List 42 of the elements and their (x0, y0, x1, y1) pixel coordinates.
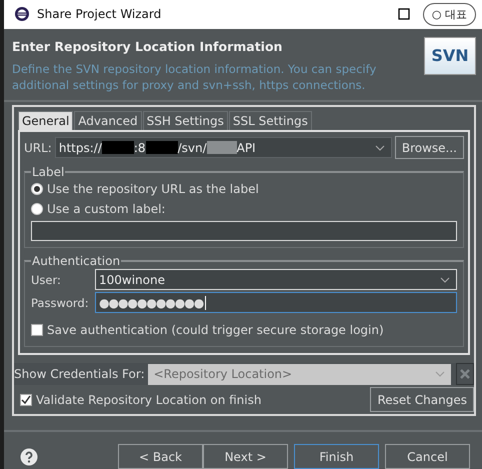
eclipse-icon (14, 6, 30, 22)
help-icon[interactable] (20, 448, 38, 466)
page-description: Define the SVN repository location information. You can specify additional settings for proxy and svn+ssh, https connections. (12, 60, 378, 93)
password-label: Password: (31, 296, 90, 310)
wizard-button[interactable]: Finish (294, 444, 379, 469)
user-field[interactable]: 100winone (95, 269, 457, 290)
tab[interactable]: SSH Settings (142, 111, 228, 130)
group-title: Label (31, 165, 66, 179)
radio-label: Use a custom label: (47, 202, 166, 216)
wizard-button[interactable]: Cancel (385, 444, 470, 469)
group-title: Authentication (31, 254, 122, 268)
credentials-label: Show Credentials For: (14, 367, 145, 381)
tab[interactable]: General (18, 111, 74, 130)
reset-changes-button[interactable]: Reset Changes (370, 387, 474, 412)
checkbox[interactable] (20, 394, 32, 406)
url-field[interactable]: https:// :8 /svn/ API (54, 137, 392, 158)
custom-label-field[interactable] (31, 221, 457, 241)
caret-icon[interactable] (440, 277, 450, 283)
checkbox[interactable] (31, 324, 43, 336)
radio-button[interactable] (31, 183, 43, 195)
maximize-icon[interactable] (398, 8, 410, 20)
badge-button[interactable]: ○ 대표 (422, 2, 476, 26)
radio-label: Use the repository URL as the label (47, 182, 259, 196)
tab[interactable]: SSL Settings (228, 111, 312, 130)
svn-logo: SVN (424, 36, 476, 75)
redaction-bar (102, 141, 134, 154)
url-label: URL: (24, 140, 52, 154)
checkbox-label: Validate Repository Location on finish (36, 392, 262, 406)
caret-icon[interactable] (374, 145, 385, 151)
redaction-bar (206, 141, 237, 154)
browse-button[interactable]: Browse... (394, 136, 464, 159)
radio-button[interactable] (31, 203, 43, 215)
delete-icon[interactable] (456, 363, 474, 385)
tab[interactable]: Advanced (74, 111, 142, 130)
redaction-bar (146, 141, 178, 154)
wizard-button[interactable]: Next > (203, 444, 288, 469)
window-title: Share Project Wizard (37, 7, 162, 22)
password-field[interactable]: ●●●●●●●●●●● (95, 292, 457, 313)
page-title: Enter Repository Location Information (12, 38, 284, 54)
checkbox-label: Save authentication (could trigger secure storage login) (47, 323, 384, 337)
wizard-button[interactable]: < Back (118, 444, 203, 469)
user-label: User: (31, 272, 62, 286)
